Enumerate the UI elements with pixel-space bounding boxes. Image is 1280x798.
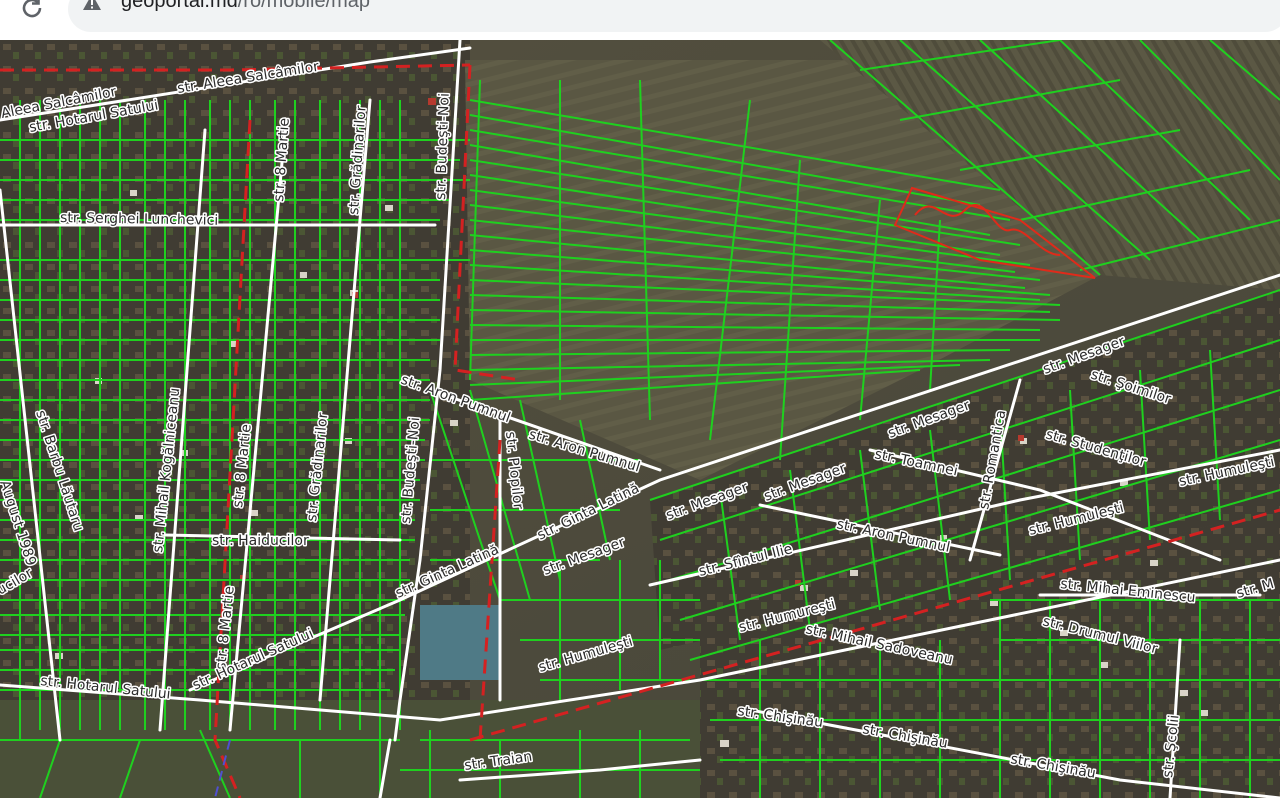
- url-host: geoportal.md: [121, 0, 238, 12]
- url-path: /ro/mobile/map: [237, 0, 371, 12]
- grassland-south: [0, 700, 700, 798]
- cadastral-map[interactable]: str. Aleea Salcâmilor Aleea Salcâmilor s…: [0, 40, 1280, 798]
- map-view[interactable]: str. Aleea Salcâmilor Aleea Salcâmilor s…: [0, 40, 1280, 798]
- warning-icon[interactable]: [82, 0, 102, 11]
- reload-icon[interactable]: [18, 0, 46, 22]
- browser-toolbar: geoportal.md/ro/mobile/map: [0, 0, 1280, 40]
- street-label: str. Serghei Lunchevici: [60, 210, 218, 229]
- street-label: str. Haiducilor: [212, 533, 309, 549]
- url-text[interactable]: geoportal.md/ro/mobile/map: [121, 0, 370, 13]
